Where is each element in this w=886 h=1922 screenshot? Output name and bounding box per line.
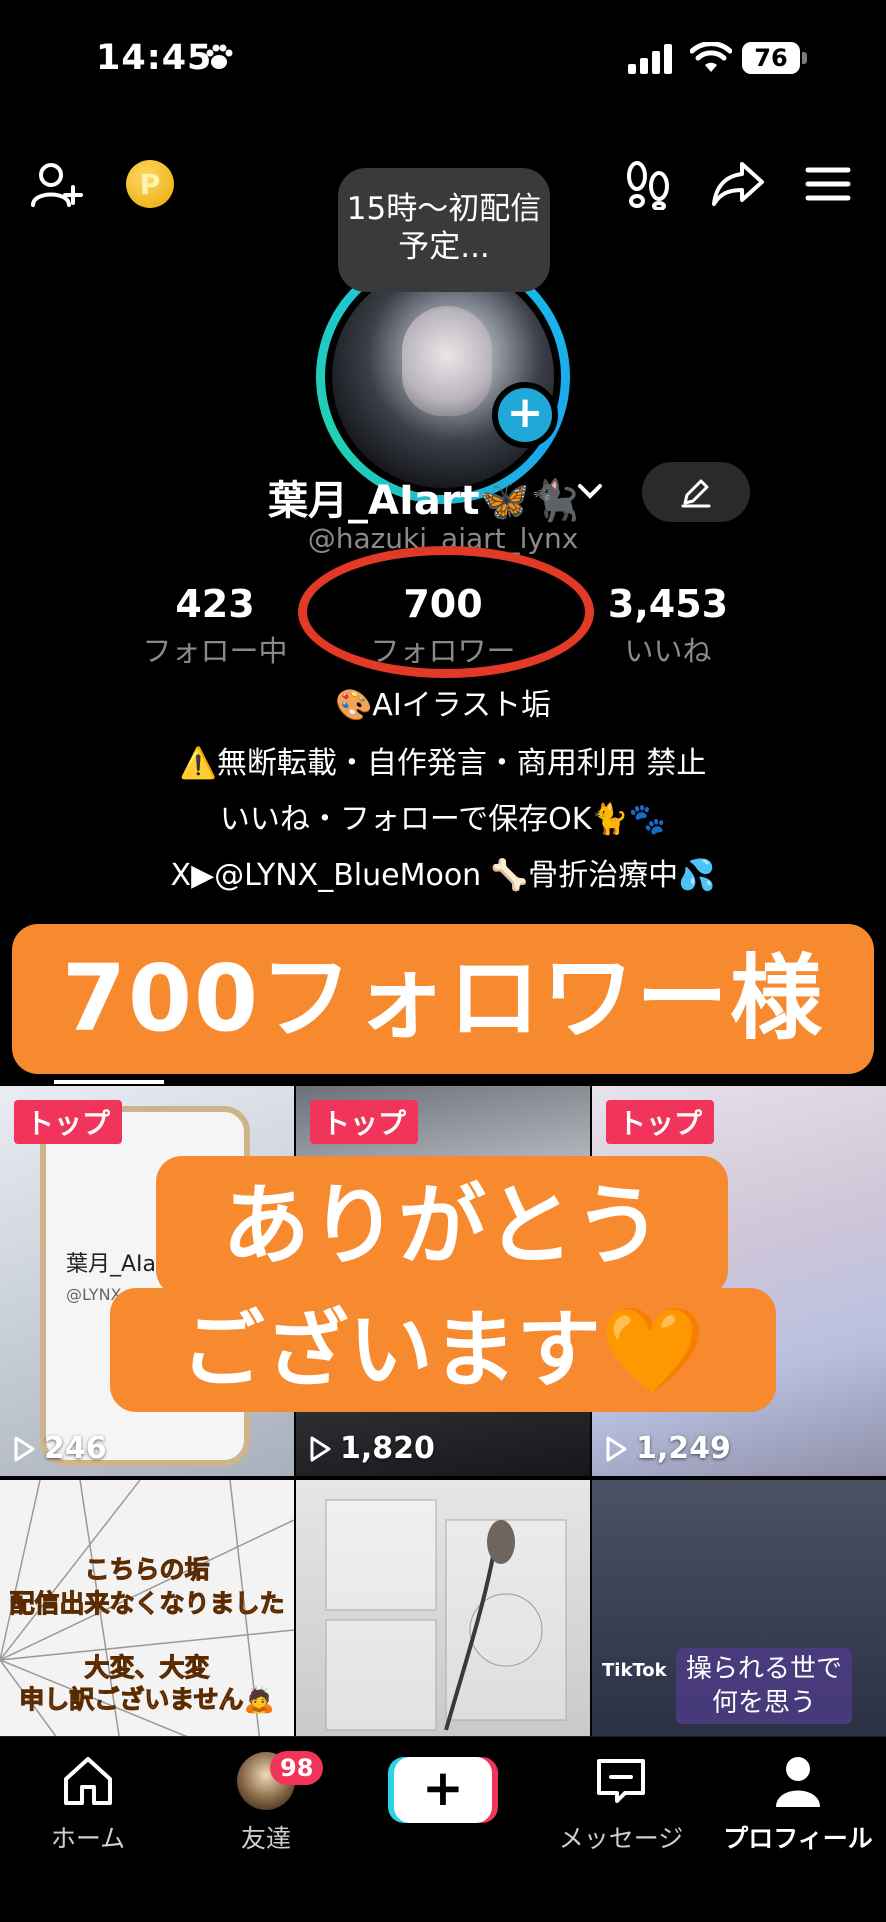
share-icon[interactable] xyxy=(706,156,770,212)
likes-count: 3,453 xyxy=(607,582,729,626)
highlight-ellipse xyxy=(298,546,594,678)
thumbnail-text: 配信出来なくなりました xyxy=(9,1589,285,1619)
paw-icon xyxy=(204,42,234,76)
hamburger-menu-icon[interactable] xyxy=(800,156,856,212)
view-count: 1,820 xyxy=(308,1431,435,1466)
nav-friends-label: 友達 xyxy=(240,1824,291,1853)
thumbnail-text: 申し訳ございません🙇 xyxy=(19,1685,275,1715)
chevron-down-icon[interactable] xyxy=(576,482,604,506)
cellular-signal-icon xyxy=(628,44,676,78)
thumbnail-text: 大変、大変 xyxy=(84,1653,210,1683)
likes-label: いいね xyxy=(624,634,712,668)
following-count: 423 xyxy=(175,582,255,626)
profile-icon xyxy=(718,1751,878,1811)
edit-profile-button[interactable] xyxy=(642,462,750,522)
nav-home-label: ホーム xyxy=(50,1824,126,1853)
name-row: 葉月_AIart🦋🐈‍⬛ xyxy=(0,462,886,524)
nav-profile-label: プロフィール xyxy=(723,1824,873,1853)
thanks-banner-line1: ありがとう xyxy=(156,1156,728,1296)
wifi-icon xyxy=(689,41,733,78)
add-friend-icon[interactable] xyxy=(28,156,86,214)
resin-flower-art xyxy=(325,1499,567,1731)
bio-line: 🎨AIイラスト垢 xyxy=(334,688,552,723)
view-count-value: 1,249 xyxy=(636,1431,731,1466)
battery-level: 76 xyxy=(742,42,800,74)
home-icon xyxy=(8,1751,168,1811)
nav-inbox-label: メッセージ xyxy=(558,1824,684,1853)
coin-icon[interactable]: P xyxy=(126,160,174,208)
caption-line: 操られる世で xyxy=(685,1654,842,1684)
tab-indicator xyxy=(54,1080,164,1084)
bio-line[interactable]: X▶@LYNX_BlueMoon 🦴骨折治療中💦 xyxy=(0,850,886,894)
view-count-value: 1,820 xyxy=(340,1431,435,1466)
bottom-navigation: ホーム 98 友達 + メッセージ プロフィール xyxy=(0,1736,886,1922)
profile-note-bubble[interactable]: 15時～初配信予定... xyxy=(338,168,550,292)
video-thumbnail[interactable]: TikTok 操られる世で 何を思う xyxy=(592,1480,886,1742)
view-count: 246 xyxy=(12,1431,107,1466)
following-stat[interactable]: 423 フォロー中 xyxy=(130,582,300,670)
status-time: 14:45 xyxy=(96,38,213,78)
friends-badge: 98 xyxy=(270,1751,324,1785)
nav-profile[interactable]: プロフィール xyxy=(718,1751,878,1855)
view-count-value: 246 xyxy=(44,1431,107,1466)
caption-line: 何を思う xyxy=(711,1688,816,1718)
thanks-banner-line2: ございます🧡 xyxy=(110,1288,776,1412)
play-icon xyxy=(606,1436,627,1461)
thumbnail-caption: 操られる世で 何を思う xyxy=(676,1648,852,1724)
battery-nub xyxy=(802,52,807,64)
create-button[interactable]: + xyxy=(394,1757,492,1823)
status-bar: 14:45 76 xyxy=(0,0,886,120)
nav-inbox[interactable]: メッセージ xyxy=(541,1751,701,1855)
video-thumbnail[interactable]: こちらの垢 配信出来なくなりました 大変、大変 申し訳ございません🙇 xyxy=(0,1480,294,1742)
pinned-badge: トップ xyxy=(310,1100,419,1144)
nav-friends[interactable]: 98 友達 xyxy=(186,1751,346,1855)
following-label: フォロー中 xyxy=(142,634,288,668)
celebration-banner-top: 700フォロワー様 xyxy=(12,924,874,1074)
video-thumbnail[interactable] xyxy=(296,1480,590,1742)
bio-line: ⚠️無断転載・自作発言・商用利用 禁止 xyxy=(179,746,707,781)
message-icon xyxy=(541,1751,701,1811)
tiktok-watermark: TikTok xyxy=(602,1660,667,1681)
bio-line: いいね・フォローで保存OK🐈🐾 xyxy=(219,802,667,837)
footprints-icon[interactable] xyxy=(620,156,676,212)
pinned-badge: トップ xyxy=(14,1100,123,1144)
play-icon xyxy=(14,1436,35,1461)
play-icon xyxy=(310,1436,331,1461)
thumbnail-text: こちらの垢 xyxy=(84,1555,210,1585)
pinned-badge: トップ xyxy=(606,1100,715,1144)
display-name[interactable]: 葉月_AIart🦋🐈‍⬛ xyxy=(268,468,579,526)
add-story-plus-icon[interactable]: + xyxy=(492,382,558,448)
nav-home[interactable]: ホーム xyxy=(8,1751,168,1855)
likes-stat[interactable]: 3,453 いいね xyxy=(588,582,748,670)
pencil-icon xyxy=(681,479,711,508)
view-count: 1,249 xyxy=(604,1431,731,1466)
